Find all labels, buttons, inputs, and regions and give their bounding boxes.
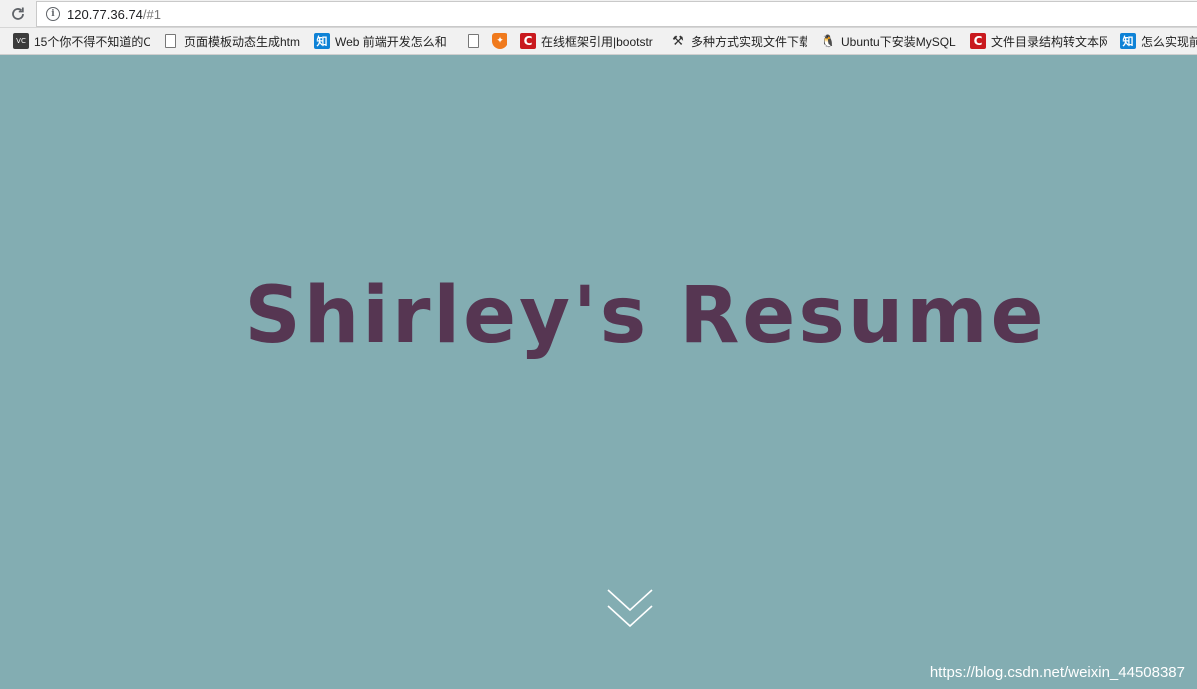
csdn-icon: C — [970, 33, 986, 49]
bookmark-label: 在线框架引用|bootstr — [541, 34, 653, 49]
reload-icon[interactable] — [0, 0, 36, 28]
info-icon[interactable]: i — [46, 7, 60, 21]
bookmarks-bar: VC 15个你不得不知道的C 页面模板动态生成htm 知 Web 前端开发怎么和… — [0, 28, 1197, 55]
bookmark-label: 文件目录结构转文本网 — [991, 34, 1107, 49]
bookmark-item[interactable]: 🐧 Ubuntu下安装MySQL — [807, 28, 957, 54]
page-icon — [165, 34, 176, 48]
bookmark-item[interactable]: 知 怎么实现前 — [1107, 28, 1197, 54]
bookmark-label: 页面模板动态生成htm — [184, 34, 301, 49]
bookmark-label: 多种方式实现文件下载 — [691, 34, 807, 49]
bookmark-item[interactable]: 页面模板动态生成htm — [150, 28, 301, 54]
bookmark-label: Ubuntu下安装MySQL — [841, 34, 956, 49]
vc-icon: VC — [13, 33, 29, 49]
page-icon — [468, 34, 479, 48]
bookmark-item[interactable]: VC 15个你不得不知道的C — [0, 28, 150, 54]
zhihu-icon: 知 — [1120, 33, 1136, 49]
chevron-down-icon[interactable] — [606, 588, 654, 632]
url-host: 120.77.36.74 — [67, 6, 143, 22]
hero-section: Shirley's Resume https://blog.csdn.net/w… — [0, 56, 1197, 689]
bookmark-item[interactable]: ✦ — [479, 28, 507, 54]
bookmark-item[interactable]: ⚒ 多种方式实现文件下载 — [657, 28, 807, 54]
url-path: /#1 — [142, 6, 161, 22]
watermark: https://blog.csdn.net/weixin_44508387 — [929, 664, 1185, 681]
bookmark-label: Web 前端开发怎么和 — [335, 34, 447, 49]
page-title: Shirley's Resume — [244, 271, 1047, 361]
bookmark-label: 15个你不得不知道的C — [34, 34, 150, 49]
tool-icon: ⚒ — [672, 33, 684, 49]
tux-icon: 🐧 — [820, 34, 836, 48]
address-bar: i 120.77.36.74/#1 — [0, 0, 1197, 28]
bookmark-item[interactable]: C 在线框架引用|bootstr — [507, 28, 657, 54]
csdn-icon: C — [520, 33, 536, 49]
bookmark-item[interactable]: C 文件目录结构转文本网 — [957, 28, 1107, 54]
bookmark-item[interactable] — [453, 28, 479, 54]
url-input[interactable]: i 120.77.36.74/#1 — [36, 1, 1197, 27]
bookmark-item[interactable]: 知 Web 前端开发怎么和 — [301, 28, 453, 54]
zhihu-icon: 知 — [314, 33, 330, 49]
bookmark-label: 怎么实现前 — [1141, 34, 1197, 49]
shield-icon: ✦ — [492, 33, 507, 49]
